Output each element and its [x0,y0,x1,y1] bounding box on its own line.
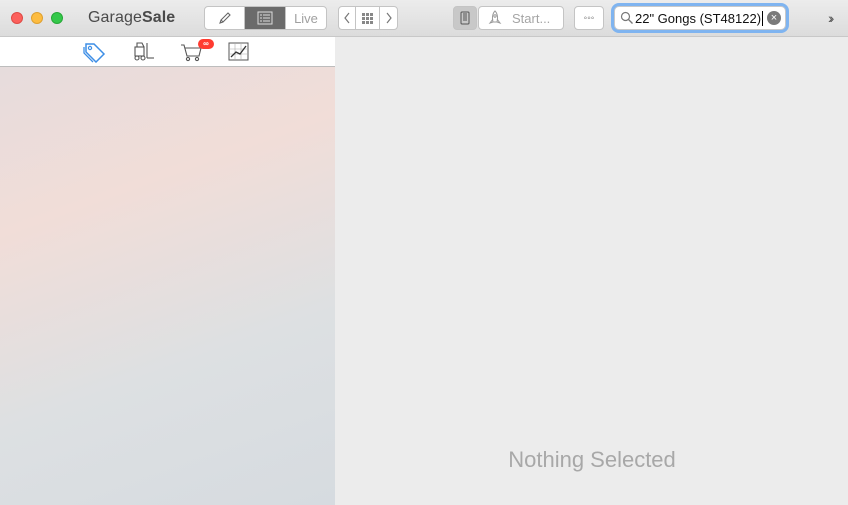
chart-icon [228,42,249,61]
search-input[interactable]: 22" Gongs (ST48122) [635,11,761,26]
forklift-icon [134,42,154,61]
pencil-icon [218,12,231,24]
start-button-label: Start... [512,10,551,26]
empty-state-label: Nothing Selected [508,447,676,472]
app-title-bold: Sale [141,9,176,26]
more-button[interactable]: ◦◦◦ [574,6,604,30]
price-tag-icon [83,43,106,64]
list-view-icon [257,11,273,25]
mode-segmented-control: Live [204,6,327,30]
chevron-right-icon [386,12,392,24]
tab-listings[interactable] [82,41,106,64]
app-title-regular: Garage [88,9,142,26]
live-mode-button[interactable]: Live [286,7,326,29]
edit-mode-button[interactable] [205,7,245,29]
toolbar: GarageSale Live Start... ◦◦◦ 22" Gongs (… [0,0,848,37]
chevron-left-icon [344,12,350,24]
search-icon [620,11,633,24]
detail-pane: Nothing Selected [336,37,848,505]
next-button[interactable] [380,7,397,29]
rocket-icon [488,10,502,24]
previous-button[interactable] [339,7,356,29]
sidebar-tab-bar: ∞ [0,37,335,67]
tab-statistics[interactable] [228,41,252,63]
start-button[interactable]: Start... [478,6,564,30]
zoom-window-button[interactable] [51,12,63,24]
orders-badge: ∞ [198,39,214,49]
list-mode-button[interactable] [245,7,286,29]
minimize-window-button[interactable] [31,12,43,24]
grid-icon [362,12,373,24]
clear-search-icon[interactable]: × [767,11,781,25]
listing-list[interactable] [0,67,335,505]
navigation-segmented-control [338,6,398,30]
tab-inventory[interactable] [132,41,156,63]
grid-view-button[interactable] [356,7,380,29]
device-button[interactable] [453,6,477,30]
sidebar: ∞ [0,37,335,505]
search-field[interactable]: 22" Gongs (ST48122) × [614,6,786,30]
phone-icon [460,11,470,25]
text-caret [762,10,764,26]
app-title: GarageSale [88,9,175,27]
close-window-button[interactable] [11,12,23,24]
toolbar-overflow-icon[interactable]: ›› [828,10,835,26]
